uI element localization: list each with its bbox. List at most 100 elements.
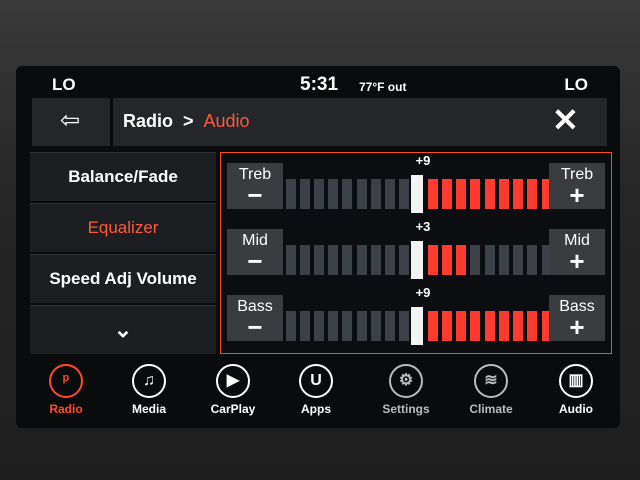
minus-icon: − <box>247 180 263 210</box>
back-button[interactable]: ⇦ <box>32 98 110 146</box>
eq-segment <box>342 245 353 275</box>
nav-apps[interactable]: U Apps <box>281 364 351 416</box>
eq-segment <box>441 245 452 275</box>
eq-segment <box>498 179 509 209</box>
eq-segment <box>498 311 509 341</box>
climate-icon: ≋ <box>474 364 508 398</box>
eq-segment <box>385 179 396 209</box>
eq-row-mid: Mid − +3 Mid + <box>221 219 611 279</box>
eq-segment <box>527 311 538 341</box>
nav-radio[interactable]: ᵖ Radio <box>31 364 101 416</box>
display-screen: LO 5:31 77°F out LO ⇦ Radio > Audio ✕ Bala… <box>16 66 620 428</box>
treble-slider[interactable] <box>285 175 552 213</box>
right-temp-setting: LO <box>564 75 588 94</box>
eq-segment <box>427 245 438 275</box>
eq-segment <box>285 179 296 209</box>
eq-segment <box>441 179 452 209</box>
eq-segment <box>527 245 538 275</box>
eq-segment <box>441 311 452 341</box>
bottom-nav: ᵖ Radio ♫ Media ▶ CarPlay U Apps ⚙ Setti… <box>16 362 620 428</box>
eq-segment <box>498 245 509 275</box>
audio-icon: ▥ <box>559 364 593 398</box>
menu-item-speed-adj-volume[interactable]: Speed Adj Volume <box>30 254 216 303</box>
carplay-icon: ▶ <box>216 364 250 398</box>
breadcrumb-root[interactable]: Radio <box>123 111 173 131</box>
eq-segment <box>342 179 353 209</box>
eq-row-bass: Bass − +9 Bass + <box>221 285 611 345</box>
eq-segment <box>513 245 524 275</box>
mid-increase-button[interactable]: Mid + <box>549 229 605 275</box>
menu-item-equalizer[interactable]: Equalizer <box>30 203 216 252</box>
bass-increase-button[interactable]: Bass + <box>549 295 605 341</box>
eq-segment <box>313 245 324 275</box>
nav-audio[interactable]: ▥ Audio <box>541 364 611 416</box>
eq-segment <box>370 311 381 341</box>
eq-segment <box>385 311 396 341</box>
back-arrow-icon: ⇦ <box>60 107 81 134</box>
clock: 5:31 <box>300 74 339 95</box>
bass-decrease-button[interactable]: Bass − <box>227 295 283 341</box>
eq-segment <box>484 245 495 275</box>
mid-decrease-button[interactable]: Mid − <box>227 229 283 275</box>
eq-segment <box>299 179 310 209</box>
chevron-down-icon: ⌄ <box>113 317 133 342</box>
mid-value: +3 <box>415 219 431 234</box>
plus-icon: + <box>569 312 585 342</box>
eq-segment <box>370 179 381 209</box>
eq-segment <box>513 311 524 341</box>
nav-climate[interactable]: ≋ Climate <box>456 364 526 416</box>
eq-segment <box>356 245 367 275</box>
eq-segment <box>470 179 481 209</box>
equalizer-panel: Treb − +9 Treb + Mid − +3 Mid + Bass − +… <box>220 152 612 354</box>
eq-segment <box>370 245 381 275</box>
eq-center-thumb[interactable] <box>411 241 423 279</box>
close-button[interactable]: ✕ <box>527 98 607 146</box>
breadcrumb: Radio > Audio <box>113 98 527 146</box>
eq-segment <box>299 311 310 341</box>
breadcrumb-current: Audio <box>203 111 250 131</box>
eq-center-thumb[interactable] <box>411 175 423 213</box>
treble-value: +9 <box>415 153 431 168</box>
eq-segment <box>385 245 396 275</box>
apps-icon: U <box>299 364 333 398</box>
menu-item-balance-fade[interactable]: Balance/Fade <box>30 152 216 201</box>
eq-segment <box>399 179 410 209</box>
eq-segment <box>470 311 481 341</box>
left-temp-setting: LO <box>52 75 76 94</box>
breadcrumb-separator: > <box>183 111 194 131</box>
eq-segment <box>342 311 353 341</box>
eq-segment <box>313 179 324 209</box>
eq-segment <box>399 245 410 275</box>
eq-segment <box>285 245 296 275</box>
gear-icon: ⚙ <box>389 364 423 398</box>
eq-segment <box>484 179 495 209</box>
eq-segment <box>356 179 367 209</box>
treble-increase-button[interactable]: Treb + <box>549 163 605 209</box>
nav-media[interactable]: ♫ Media <box>114 364 184 416</box>
eq-segment <box>427 179 438 209</box>
plus-icon: + <box>569 246 585 276</box>
eq-segment <box>456 311 467 341</box>
eq-segment <box>328 311 339 341</box>
nav-carplay[interactable]: ▶ CarPlay <box>198 364 268 416</box>
menu-more-button[interactable]: ⌄ <box>30 305 216 354</box>
eq-segment <box>285 311 296 341</box>
minus-icon: − <box>247 246 263 276</box>
nav-settings[interactable]: ⚙ Settings <box>371 364 441 416</box>
music-note-icon: ♫ <box>132 364 166 398</box>
eq-segment <box>527 179 538 209</box>
eq-row-treble: Treb − +9 Treb + <box>221 153 611 213</box>
radio-tower-icon: ᵖ <box>49 364 83 398</box>
minus-icon: − <box>247 312 263 342</box>
eq-segment <box>456 245 467 275</box>
eq-segment <box>328 179 339 209</box>
eq-segment <box>484 311 495 341</box>
bass-value: +9 <box>415 285 431 300</box>
eq-segment <box>456 179 467 209</box>
bass-slider[interactable] <box>285 307 552 345</box>
treble-decrease-button[interactable]: Treb − <box>227 163 283 209</box>
mid-slider[interactable] <box>285 241 552 279</box>
eq-center-thumb[interactable] <box>411 307 423 345</box>
eq-segment <box>399 311 410 341</box>
plus-icon: + <box>569 180 585 210</box>
